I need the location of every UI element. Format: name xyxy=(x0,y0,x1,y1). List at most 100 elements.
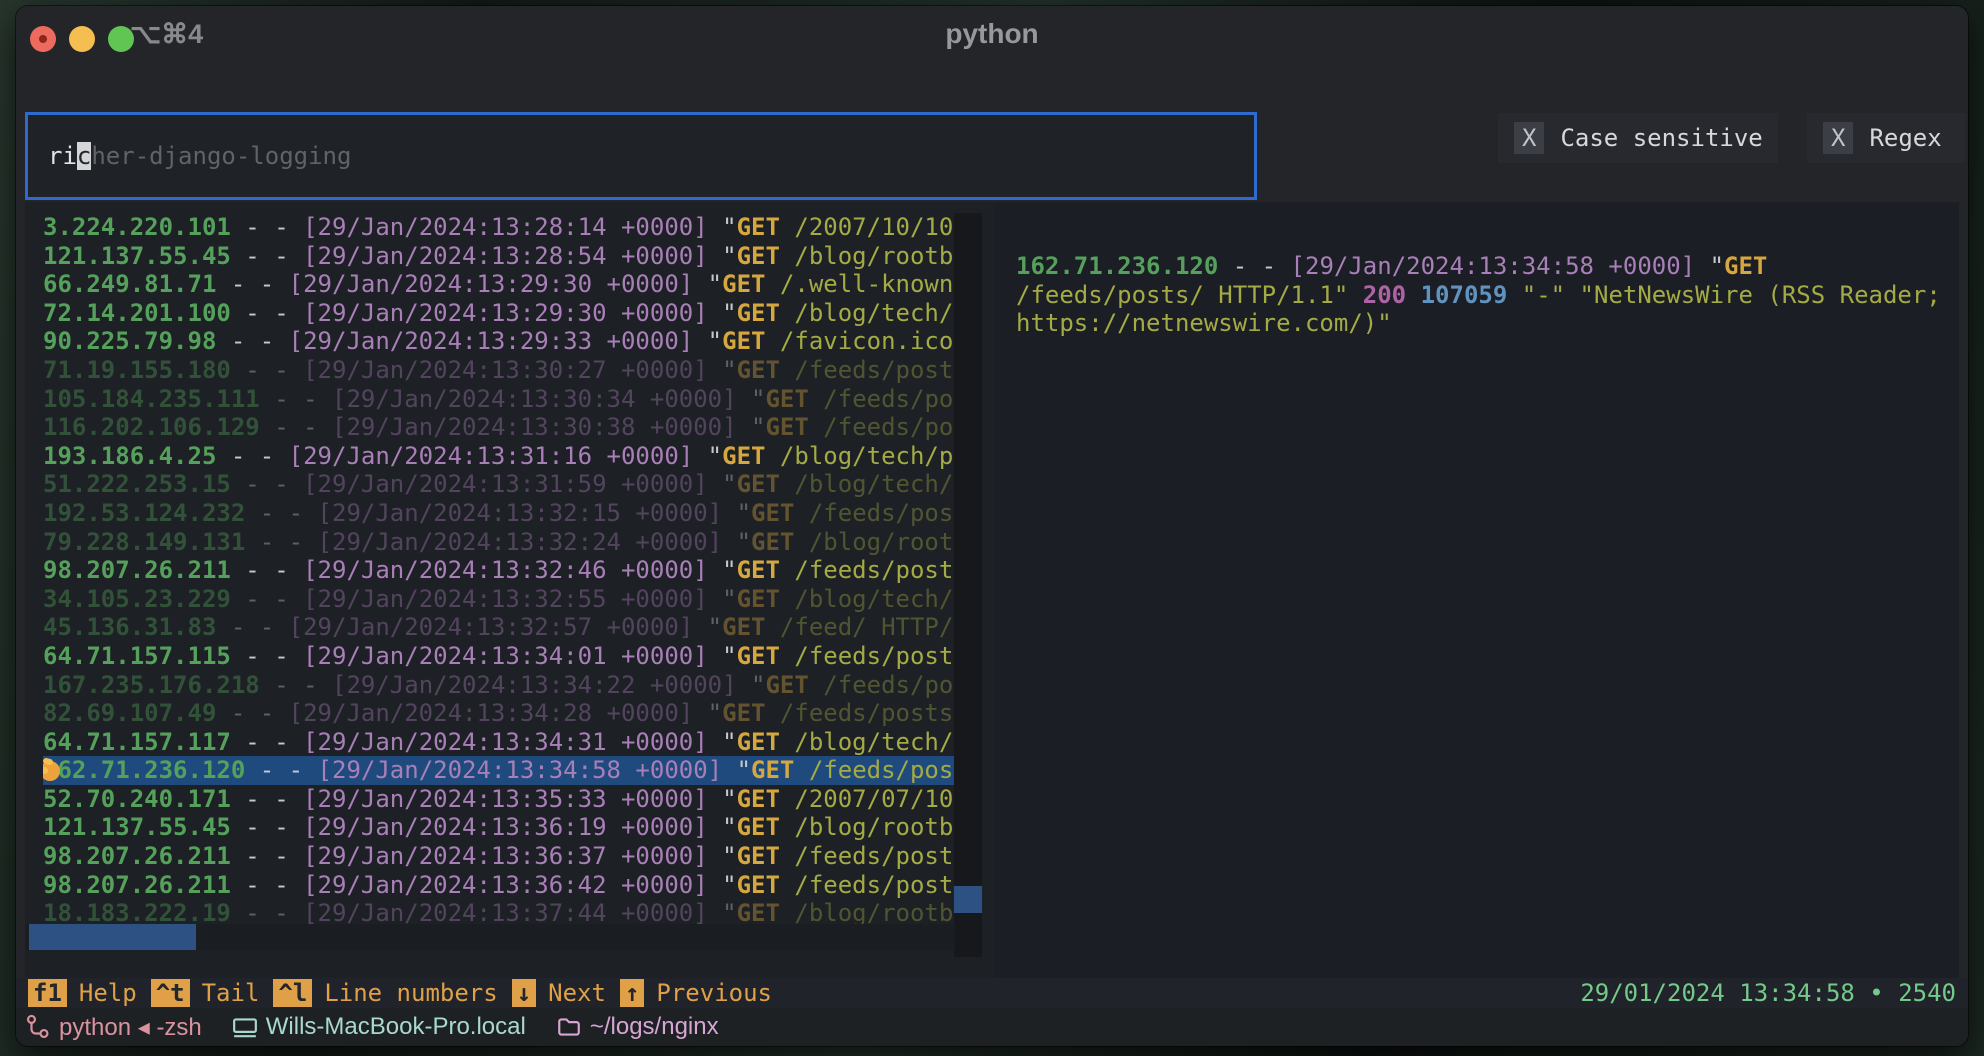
log-segment: [29/Jan/2024:13:30:38 +0000] xyxy=(332,413,737,441)
log-segment: [29/Jan/2024:13:31:16 +0000] xyxy=(289,442,694,470)
log-row[interactable]: 51.222.253.15 - - [29/Jan/2024:13:31:59 … xyxy=(43,470,955,499)
log-row[interactable]: 90.225.79.98 - - [29/Jan/2024:13:29:33 +… xyxy=(43,327,955,356)
log-segment: - - xyxy=(245,528,317,556)
log-row[interactable]: 192.53.124.232 - - [29/Jan/2024:13:32:15… xyxy=(43,499,955,528)
log-segment: [29/Jan/2024:13:34:58 +0000] xyxy=(318,756,723,784)
log-segment: GET xyxy=(737,356,780,384)
log-segment: 66.249.81.71 xyxy=(43,270,216,298)
log-segment: 98.207.26.211 xyxy=(43,842,231,870)
log-segment: GET xyxy=(751,756,794,784)
toggle-label: Case sensitive xyxy=(1560,124,1762,152)
vertical-scrollbar[interactable] xyxy=(954,213,982,957)
search-input[interactable]: richer-django-logging xyxy=(25,112,1257,200)
detail-line: 162.71.236.120 - - [29/Jan/2024:13:34:58… xyxy=(1016,252,1941,281)
footer-shortcut[interactable]: ↓Next xyxy=(512,979,606,1007)
statusbar-item[interactable]: python ◂ -zsh xyxy=(25,1013,202,1042)
log-row[interactable]: 45.136.31.83 - - [29/Jan/2024:13:32:57 +… xyxy=(43,613,955,642)
log-segment: 34.105.23.229 xyxy=(43,585,231,613)
log-row[interactable]: 3.224.220.101 - - [29/Jan/2024:13:28:14 … xyxy=(43,213,955,242)
footer-shortcut[interactable]: ↑Previous xyxy=(620,979,772,1007)
log-segment: - - xyxy=(260,413,332,441)
log-segment: [29/Jan/2024:13:34:01 +0000] xyxy=(303,642,708,670)
log-row[interactable]: 193.186.4.25 - - [29/Jan/2024:13:31:16 +… xyxy=(43,442,955,471)
log-segment: - - xyxy=(260,671,332,699)
log-segment: GET xyxy=(737,585,780,613)
regex-toggle[interactable]: XRegex xyxy=(1807,113,1965,163)
log-segment: [29/Jan/2024:13:32:15 +0000] xyxy=(318,499,723,527)
log-row[interactable]: 71.19.155.180 - - [29/Jan/2024:13:30:27 … xyxy=(43,356,955,385)
footer-shortcut[interactable]: f1 Help xyxy=(28,979,137,1007)
log-segment: " xyxy=(693,327,722,355)
log-row[interactable]: 98.207.26.211 - - [29/Jan/2024:13:36:37 … xyxy=(43,842,955,871)
log-segment: /feeds/posts xyxy=(765,699,953,727)
log-segment: - - xyxy=(231,785,303,813)
log-row[interactable]: 116.202.106.129 - - [29/Jan/2024:13:30:3… xyxy=(43,413,955,442)
footer-shortcut[interactable]: ^lLine numbers xyxy=(273,979,497,1007)
title-bar[interactable]: ⌥⌘4 python xyxy=(16,6,1968,58)
log-row[interactable]: 64.71.157.117 - - [29/Jan/2024:13:34:31 … xyxy=(43,728,955,757)
log-row[interactable]: 121.137.55.45 - - [29/Jan/2024:13:28:54 … xyxy=(43,242,955,271)
log-segment: /feeds/post xyxy=(780,556,953,584)
shortcut-key-badge: f1 xyxy=(28,979,67,1007)
horizontal-scrollbar-handle[interactable] xyxy=(29,924,196,950)
log-row[interactable]: 79.228.149.131 - - [29/Jan/2024:13:32:24… xyxy=(43,528,955,557)
log-row[interactable]: 82.69.107.49 - - [29/Jan/2024:13:34:28 +… xyxy=(43,699,955,728)
log-segment: - - xyxy=(216,327,288,355)
log-segment: GET xyxy=(722,613,765,641)
log-segment: GET xyxy=(737,785,780,813)
log-segment: [29/Jan/2024:13:36:37 +0000] xyxy=(303,842,708,870)
log-row[interactable]: 64.71.157.115 - - [29/Jan/2024:13:34:01 … xyxy=(43,642,955,671)
log-segment: GET xyxy=(737,871,780,899)
shortcut-label: Help xyxy=(79,979,137,1007)
log-row[interactable]: 34.105.23.229 - - [29/Jan/2024:13:32:55 … xyxy=(43,585,955,614)
statusbar-item-label: ~/logs/nginx xyxy=(590,1013,719,1041)
log-row[interactable]: 66.249.81.71 - - [29/Jan/2024:13:29:30 +… xyxy=(43,270,955,299)
toggle-key-hint: X xyxy=(1514,122,1544,154)
vertical-scrollbar-handle[interactable] xyxy=(954,886,982,913)
log-segment: GET xyxy=(737,556,780,584)
log-segment: 121.137.55.45 xyxy=(43,242,231,270)
shortcut-key-badge: ^t xyxy=(151,979,190,1007)
log-segment: 90.225.79.98 xyxy=(43,327,216,355)
log-row[interactable]: 167.235.176.218 - - [29/Jan/2024:13:34:2… xyxy=(43,671,955,700)
log-segment: /blog/tech/ xyxy=(780,585,953,613)
case-sensitive-toggle[interactable]: X Case sensitive xyxy=(1498,113,1778,163)
log-row[interactable]: 72.14.201.100 - - [29/Jan/2024:13:29:30 … xyxy=(43,299,955,328)
log-segment: " xyxy=(708,642,737,670)
log-segment: 116.202.106.129 xyxy=(43,413,260,441)
log-row[interactable]: 52.70.240.171 - - [29/Jan/2024:13:35:33 … xyxy=(43,785,955,814)
log-segment: " xyxy=(708,813,737,841)
log-row[interactable]: 121.137.55.45 - - [29/Jan/2024:13:36:19 … xyxy=(43,813,955,842)
horizontal-scrollbar[interactable] xyxy=(25,924,955,950)
log-segment: [29/Jan/2024:13:32:24 +0000] xyxy=(318,528,723,556)
log-segment: 162.71.236.120 xyxy=(1016,252,1218,280)
footer-shortcut[interactable]: ^tTail xyxy=(151,979,260,1007)
toggle-key-hint: X xyxy=(1823,122,1853,154)
selected-row-pointer-icon xyxy=(43,757,61,785)
shortcut-key-badge: ↓ xyxy=(512,979,536,1007)
log-segment: - - xyxy=(231,842,303,870)
log-row[interactable]: 98.207.26.211 - - [29/Jan/2024:13:36:42 … xyxy=(43,871,955,900)
status-bar: python ◂ -zshWills-MacBook-Pro.local~/lo… xyxy=(16,1008,1968,1046)
log-segment: " xyxy=(708,299,737,327)
log-segment: " xyxy=(708,213,737,241)
log-segment: GET xyxy=(737,242,780,270)
log-segment: /2007/10/10 xyxy=(780,213,953,241)
log-row[interactable]: 105.184.235.111 - - [29/Jan/2024:13:30:3… xyxy=(43,385,955,414)
process-tree-icon xyxy=(25,1014,51,1040)
log-segment: [29/Jan/2024:13:29:30 +0000] xyxy=(303,299,708,327)
log-segment: /blog/tech/ xyxy=(780,728,953,756)
log-segment: - - xyxy=(260,385,332,413)
log-segment: - - xyxy=(231,728,303,756)
log-segment: - - xyxy=(216,699,288,727)
log-segment: " xyxy=(708,728,737,756)
log-segment: 51.222.253.15 xyxy=(43,470,231,498)
log-row[interactable]: 162.71.236.120 - - [29/Jan/2024:13:34:58… xyxy=(43,756,955,785)
log-detail-text: 162.71.236.120 - - [29/Jan/2024:13:34:58… xyxy=(1016,252,1941,338)
log-segment: [29/Jan/2024:13:29:33 +0000] xyxy=(289,327,694,355)
log-row[interactable]: 98.207.26.211 - - [29/Jan/2024:13:32:46 … xyxy=(43,556,955,585)
log-segment: [29/Jan/2024:13:32:46 +0000] xyxy=(303,556,708,584)
footer-bar: f1 Help ^tTail ^lLine numbers ↓Next ↑Previous… xyxy=(16,978,1968,1008)
log-segment: /blog/tech/ xyxy=(780,470,953,498)
log-segment: [29/Jan/2024:13:34:28 +0000] xyxy=(289,699,694,727)
